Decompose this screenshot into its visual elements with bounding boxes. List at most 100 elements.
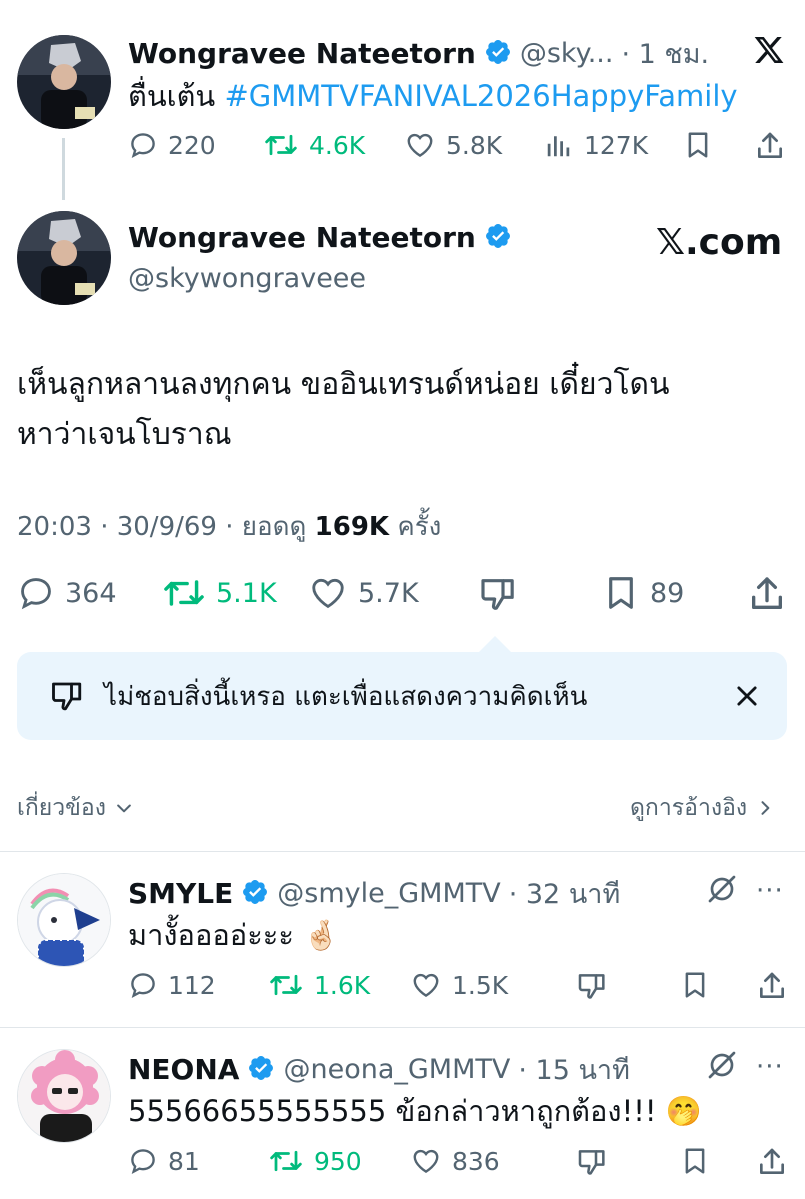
top-like-count: 5.8K bbox=[446, 130, 503, 160]
views-bar-chart-icon bbox=[547, 136, 570, 157]
top-post-hashtag[interactable]: #GMMTVFANIVAL2026HappyFamily bbox=[224, 79, 737, 113]
main-repost-count: 5.1K bbox=[216, 577, 277, 609]
reply-time: · 15 นาที bbox=[518, 1055, 630, 1086]
top-post-author-name[interactable]: Wongravee Nateetorn bbox=[128, 37, 476, 70]
chevron-down-icon bbox=[117, 804, 131, 813]
top-views-button[interactable]: 127K bbox=[544, 130, 648, 160]
main-repost-button[interactable]: 5.1K bbox=[162, 574, 277, 612]
reply-repost-button[interactable]: 950 bbox=[268, 1146, 362, 1176]
main-post-text-line1: เห็นลูกหลานลงทุกคน ขออินเทรนด์หน่อย เดี๋… bbox=[17, 367, 670, 402]
main-like-count: 5.7K bbox=[358, 577, 419, 609]
sort-relevant-label: เกี่ยวข้อง bbox=[17, 795, 106, 821]
reply-share-icon[interactable] bbox=[756, 1146, 788, 1182]
reply-text-body: มางั้ออออ่ะะะ bbox=[128, 918, 294, 952]
main-reply-button[interactable]: 364 bbox=[17, 574, 117, 612]
top-post-time: · 1 ชม. bbox=[621, 39, 710, 70]
reply-header: SMYLE @smyle_GMMTV · 32 นาที bbox=[128, 872, 620, 915]
top-like-button[interactable]: 5.8K bbox=[404, 130, 502, 160]
repost-icon bbox=[265, 134, 297, 156]
main-post-header: Wongravee Nateetorn bbox=[128, 221, 512, 254]
reply-avatar[interactable] bbox=[17, 873, 111, 967]
verified-badge-icon bbox=[247, 1054, 275, 1086]
top-post-avatar[interactable] bbox=[17, 35, 111, 129]
close-icon[interactable] bbox=[733, 682, 761, 714]
reply-like-button[interactable]: 1.5K bbox=[410, 970, 508, 1000]
verified-badge-icon bbox=[241, 878, 269, 910]
top-post-handle[interactable]: @sky... bbox=[520, 38, 614, 69]
view-quotes-label: ดูการอ้างอิง bbox=[630, 795, 748, 821]
top-bookmark-icon[interactable] bbox=[683, 130, 713, 164]
reply-header: NEONA @neona_GMMTV · 15 นาที bbox=[128, 1048, 630, 1091]
top-post-header: Wongravee Nateetorn @sky... · 1 ชม. bbox=[128, 32, 709, 75]
reply-icon bbox=[21, 578, 51, 610]
main-post-avatar[interactable] bbox=[17, 211, 111, 305]
reply-text: มางั้ออออ่ะะะ 🤞🏻 bbox=[128, 911, 339, 959]
reply-icon bbox=[131, 133, 155, 158]
reply-divider bbox=[0, 1027, 805, 1028]
reply-repost-count: 1.6K bbox=[314, 970, 371, 1000]
main-post-handle[interactable]: @skywongraveee bbox=[128, 263, 366, 294]
reply-like-button[interactable]: 836 bbox=[410, 1146, 500, 1176]
x-com-watermark: 𝕏.com bbox=[656, 222, 783, 263]
main-post-meta: 20:03 · 30/9/69 · ยอดดู 169K ครั้ง bbox=[17, 506, 441, 547]
reply-share-icon[interactable] bbox=[756, 970, 788, 1006]
grok-icon[interactable] bbox=[706, 873, 738, 909]
grok-icon[interactable] bbox=[706, 1049, 738, 1085]
thread-line bbox=[62, 138, 65, 200]
feedback-callout[interactable]: ไม่ชอบสิ่งนี้เหรอ แตะเพื่อแสดงความคิดเห็… bbox=[17, 652, 787, 740]
main-post-timestamp: 20:03 · 30/9/69 · ยอดดู bbox=[17, 512, 315, 542]
reply-icon bbox=[131, 1149, 155, 1174]
sort-relevant-dropdown[interactable]: เกี่ยวข้อง bbox=[17, 790, 134, 826]
reply-author-name[interactable]: NEONA bbox=[128, 1053, 239, 1086]
main-bookmark-count: 89 bbox=[650, 577, 685, 609]
heart-icon bbox=[407, 133, 433, 158]
hand-over-mouth-emoji: 🤭 bbox=[665, 1094, 702, 1128]
heart-icon bbox=[312, 578, 344, 609]
bookmark-icon bbox=[609, 577, 633, 609]
reply-reply-button[interactable]: 112 bbox=[128, 970, 216, 1000]
repost-icon bbox=[164, 580, 204, 606]
main-post-author-name[interactable]: Wongravee Nateetorn bbox=[128, 221, 476, 254]
reply-repost-count: 950 bbox=[314, 1146, 362, 1176]
verified-badge-icon bbox=[484, 222, 512, 254]
top-views-count: 127K bbox=[584, 130, 649, 160]
more-options-icon[interactable]: ··· bbox=[756, 876, 784, 906]
reply-time: · 32 นาที bbox=[508, 879, 621, 910]
reply-dislike-icon[interactable] bbox=[576, 970, 608, 1006]
reply-bookmark-icon[interactable] bbox=[680, 970, 710, 1004]
reply-author-name[interactable]: SMYLE bbox=[128, 877, 233, 910]
main-post-views: 169K bbox=[314, 512, 390, 542]
reply-repost-button[interactable]: 1.6K bbox=[268, 970, 370, 1000]
top-reply-button[interactable]: 220 bbox=[128, 130, 216, 160]
reply-like-count: 1.5K bbox=[452, 970, 509, 1000]
top-share-icon[interactable] bbox=[754, 130, 786, 166]
chevron-right-icon bbox=[761, 801, 770, 815]
main-like-button[interactable]: 5.7K bbox=[308, 574, 419, 612]
x-logo-icon[interactable] bbox=[752, 34, 786, 70]
reply-handle[interactable]: @smyle_GMMTV bbox=[277, 878, 500, 909]
main-post-text-line2: หาว่าเจนโบราณ bbox=[17, 417, 232, 452]
section-divider bbox=[0, 851, 805, 852]
more-options-icon[interactable]: ··· bbox=[756, 1052, 784, 1082]
top-post-text-prefix: ตื่นเต้น bbox=[128, 79, 225, 113]
reply-reply-count: 112 bbox=[168, 970, 216, 1000]
callout-dislike-icon bbox=[49, 678, 85, 718]
reply-bookmark-icon[interactable] bbox=[680, 1146, 710, 1180]
main-bookmark-button[interactable]: 89 bbox=[602, 574, 684, 612]
main-reply-count: 364 bbox=[65, 577, 117, 609]
repost-icon bbox=[270, 1150, 302, 1172]
crossed-fingers-emoji: 🤞🏻 bbox=[303, 918, 340, 952]
reply-like-count: 836 bbox=[452, 1146, 500, 1176]
reply-dislike-icon[interactable] bbox=[576, 1146, 608, 1182]
main-dislike-icon[interactable] bbox=[478, 574, 518, 618]
reply-avatar[interactable] bbox=[17, 1049, 111, 1143]
view-quotes-link[interactable]: ดูการอ้างอิง bbox=[630, 790, 775, 826]
main-share-icon[interactable] bbox=[747, 574, 787, 618]
reply-reply-button[interactable]: 81 bbox=[128, 1146, 200, 1176]
reply-handle[interactable]: @neona_GMMTV bbox=[283, 1054, 510, 1085]
main-post-views-suffix: ครั้ง bbox=[389, 512, 442, 542]
heart-icon bbox=[413, 1149, 439, 1174]
top-reply-count: 220 bbox=[168, 130, 216, 160]
reply-text-body: 55566655555555 ข้อกล่าวหาถูกต้อง!!! bbox=[128, 1094, 657, 1128]
top-repost-button[interactable]: 4.6K bbox=[263, 130, 365, 160]
